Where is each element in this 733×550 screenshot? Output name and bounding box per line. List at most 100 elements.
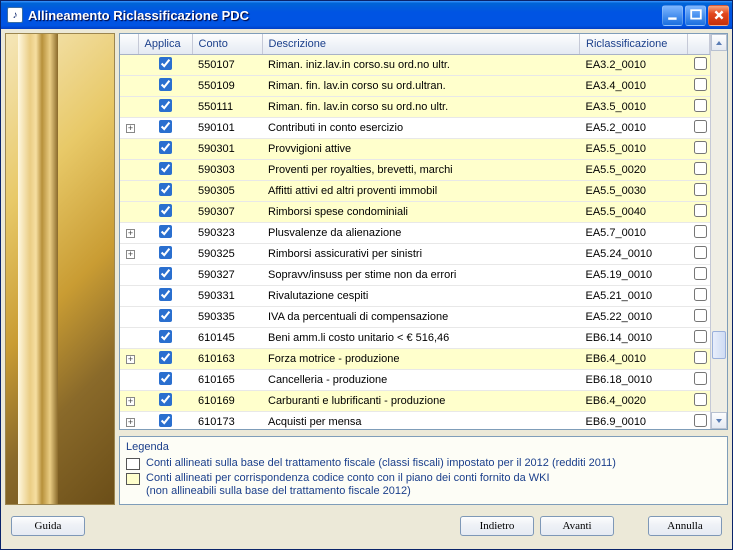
table-row[interactable]: 550109Riman. fin. lav.in corso su ord.ul…: [120, 76, 710, 97]
table-row[interactable]: 590305Affitti attivi ed altri proventi i…: [120, 181, 710, 202]
cell-descrizione: Rimborsi spese condominiali: [262, 202, 580, 223]
cell-descrizione: IVA da percentuali di compensazione: [262, 307, 580, 328]
minimize-button[interactable]: [662, 5, 683, 26]
cell-descrizione: Sopravv/insuss per stime non da errori: [262, 265, 580, 286]
ricl-checkbox[interactable]: [694, 99, 707, 112]
table-row[interactable]: 590307Rimborsi spese condominialiEA5.5_0…: [120, 202, 710, 223]
table-row[interactable]: 590331Rivalutazione cespitiEA5.21_0010: [120, 286, 710, 307]
maximize-button[interactable]: [685, 5, 706, 26]
ricl-checkbox[interactable]: [694, 225, 707, 238]
applica-checkbox[interactable]: [159, 141, 172, 154]
cell-conto: 590305: [192, 181, 262, 202]
indietro-button[interactable]: Indietro: [460, 516, 534, 536]
cell-conto: 590307: [192, 202, 262, 223]
table-row[interactable]: 610165Cancelleria - produzioneEB6.18_001…: [120, 370, 710, 391]
window: ♪ Allineamento Riclassificazione PDC: [0, 0, 733, 550]
col-descrizione[interactable]: Descrizione: [262, 34, 580, 55]
cell-riclassificazione: EA5.5_0030: [580, 181, 688, 202]
applica-checkbox[interactable]: [159, 351, 172, 364]
applica-checkbox[interactable]: [159, 99, 172, 112]
tree-expand-icon[interactable]: +: [126, 397, 135, 406]
table-row[interactable]: 550111Riman. fin. lav.in corso su ord.no…: [120, 97, 710, 118]
avanti-button[interactable]: Avanti: [540, 516, 614, 536]
ricl-checkbox[interactable]: [694, 288, 707, 301]
legend-swatch-yellow: [126, 473, 140, 485]
table-row[interactable]: 590301Provvigioni attiveEA5.5_0010: [120, 139, 710, 160]
table-row[interactable]: 550107Riman. iniz.lav.in corso.su ord.no…: [120, 55, 710, 76]
tree-expand-icon[interactable]: +: [126, 124, 135, 133]
table-row[interactable]: 590335IVA da percentuali di compensazion…: [120, 307, 710, 328]
applica-checkbox[interactable]: [159, 414, 172, 427]
applica-checkbox[interactable]: [159, 372, 172, 385]
table-row[interactable]: +610169Carburanti e lubrificanti - produ…: [120, 391, 710, 412]
applica-checkbox[interactable]: [159, 162, 172, 175]
table-row[interactable]: +610173Acquisti per mensaEB6.9_0010: [120, 412, 710, 430]
ricl-checkbox[interactable]: [694, 393, 707, 406]
scroll-down-button[interactable]: [711, 412, 727, 429]
cell-conto: 590331: [192, 286, 262, 307]
ricl-checkbox[interactable]: [694, 414, 707, 427]
cell-riclassificazione: EB6.9_0010: [580, 412, 688, 430]
cell-riclassificazione: EA3.5_0010: [580, 97, 688, 118]
ricl-checkbox[interactable]: [694, 120, 707, 133]
ricl-checkbox[interactable]: [694, 141, 707, 154]
table-row[interactable]: 590303Proventi per royalties, brevetti, …: [120, 160, 710, 181]
ricl-checkbox[interactable]: [694, 78, 707, 91]
tree-expand-icon[interactable]: +: [126, 250, 135, 259]
cell-conto: 610163: [192, 349, 262, 370]
applica-checkbox[interactable]: [159, 57, 172, 70]
applica-checkbox[interactable]: [159, 330, 172, 343]
cell-descrizione: Rimborsi assicurativi per sinistri: [262, 244, 580, 265]
legend-swatch-white: [126, 458, 140, 470]
cell-riclassificazione: EB6.18_0010: [580, 370, 688, 391]
col-conto[interactable]: Conto: [192, 34, 262, 55]
table-row[interactable]: 590327Sopravv/insuss per stime non da er…: [120, 265, 710, 286]
col-applica[interactable]: Applica: [138, 34, 192, 55]
table-row[interactable]: +590323Plusvalenze da alienazioneEA5.7_0…: [120, 223, 710, 244]
applica-checkbox[interactable]: [159, 246, 172, 259]
ricl-checkbox[interactable]: [694, 351, 707, 364]
vertical-scrollbar[interactable]: [710, 34, 727, 429]
applica-checkbox[interactable]: [159, 393, 172, 406]
close-button[interactable]: [708, 5, 729, 26]
scroll-track[interactable]: [711, 51, 727, 412]
ricl-checkbox[interactable]: [694, 246, 707, 259]
applica-checkbox[interactable]: [159, 204, 172, 217]
annulla-button[interactable]: Annulla: [648, 516, 722, 536]
legend: Legenda Conti allineati sulla base del t…: [119, 436, 728, 505]
scroll-thumb[interactable]: [712, 331, 726, 359]
applica-checkbox[interactable]: [159, 288, 172, 301]
col-riclassificazione[interactable]: Riclassificazione: [580, 34, 688, 55]
applica-checkbox[interactable]: [159, 309, 172, 322]
col-ricl-check[interactable]: [688, 34, 710, 55]
applica-checkbox[interactable]: [159, 120, 172, 133]
scroll-up-button[interactable]: [711, 34, 727, 51]
applica-checkbox[interactable]: [159, 225, 172, 238]
ricl-checkbox[interactable]: [694, 372, 707, 385]
ricl-checkbox[interactable]: [694, 162, 707, 175]
applica-checkbox[interactable]: [159, 78, 172, 91]
grid[interactable]: Applica Conto Descrizione Riclassificazi…: [120, 34, 710, 429]
table-row[interactable]: 610145Beni amm.li costo unitario < € 516…: [120, 328, 710, 349]
cell-conto: 590301: [192, 139, 262, 160]
ricl-checkbox[interactable]: [694, 330, 707, 343]
tree-expand-icon[interactable]: +: [126, 418, 135, 427]
cell-conto: 550111: [192, 97, 262, 118]
cell-riclassificazione: EA3.4_0010: [580, 76, 688, 97]
table-row[interactable]: +590101Contributi in conto esercizioEA5.…: [120, 118, 710, 139]
tree-expand-icon[interactable]: +: [126, 229, 135, 238]
tree-expand-icon[interactable]: +: [126, 355, 135, 364]
ricl-checkbox[interactable]: [694, 57, 707, 70]
applica-checkbox[interactable]: [159, 183, 172, 196]
guida-button[interactable]: Guida: [11, 516, 85, 536]
col-tree[interactable]: [120, 34, 138, 55]
table-row[interactable]: +610163Forza motrice - produzioneEB6.4_0…: [120, 349, 710, 370]
cell-descrizione: Rivalutazione cespiti: [262, 286, 580, 307]
cell-riclassificazione: EA5.2_0010: [580, 118, 688, 139]
ricl-checkbox[interactable]: [694, 267, 707, 280]
ricl-checkbox[interactable]: [694, 183, 707, 196]
ricl-checkbox[interactable]: [694, 309, 707, 322]
table-row[interactable]: +590325Rimborsi assicurativi per sinistr…: [120, 244, 710, 265]
ricl-checkbox[interactable]: [694, 204, 707, 217]
applica-checkbox[interactable]: [159, 267, 172, 280]
